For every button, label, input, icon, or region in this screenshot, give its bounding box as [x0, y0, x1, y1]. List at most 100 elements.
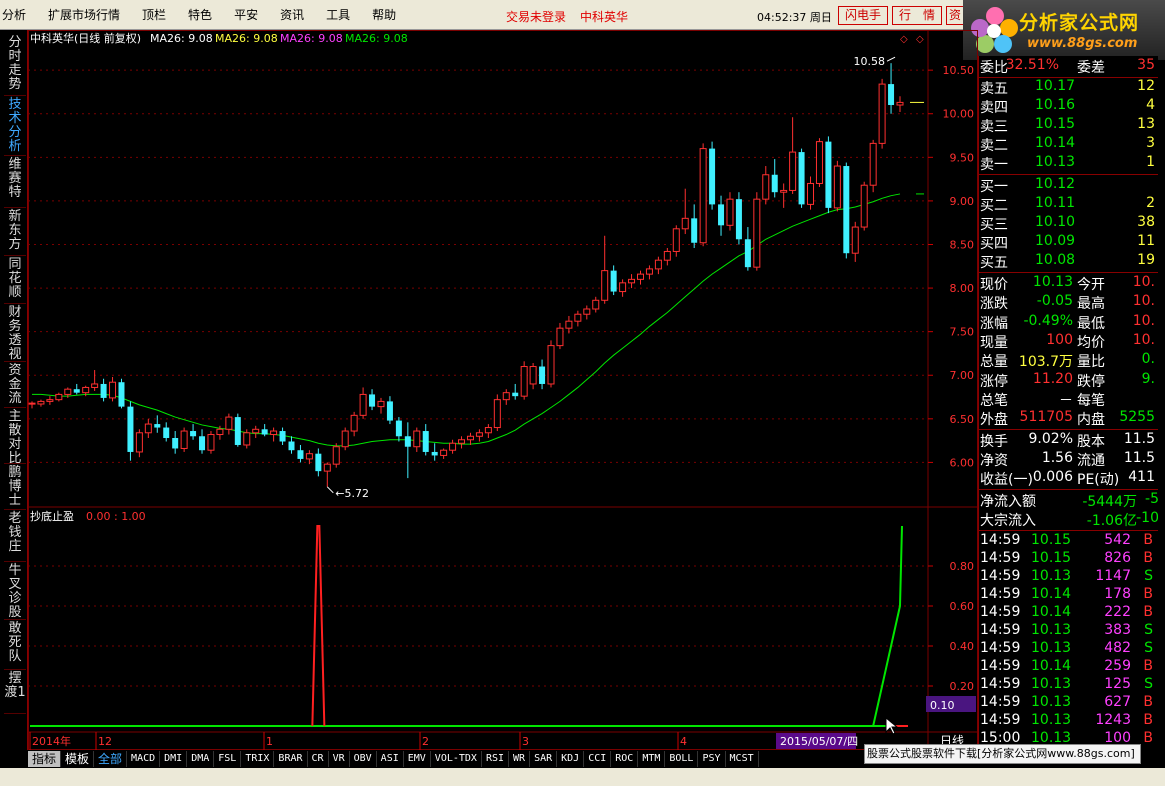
left-tab-9[interactable]: 鹏博士 — [4, 464, 26, 510]
kline-chart[interactable]: 10.50 10.00 9.50 9.00 8.50 8.00 7.50 7.00 6.50 6.… — [28, 30, 978, 750]
left-tab-1[interactable]: 分时走势 — [4, 34, 26, 96]
indicator-tab-dmi[interactable]: DMI — [160, 751, 188, 767]
chart-area[interactable]: 10.50 10.00 9.50 9.00 8.50 8.00 7.50 7.00 6.50 6.… — [28, 30, 978, 750]
indicator-tab-brar[interactable]: BRAR — [274, 751, 308, 767]
tick-time: 14:59 — [980, 676, 1021, 693]
stat-label-2: 内盘 — [1077, 412, 1105, 429]
candle-body-down — [512, 392, 519, 397]
date-label: 1 — [266, 735, 273, 748]
stat-row: 涨停 11.20 跌停 9. — [979, 371, 1158, 390]
info-button[interactable]: 资 — [946, 6, 964, 25]
indicator-tab-dma[interactable]: DMA — [187, 751, 215, 767]
ma-label-1: MA26: 9.08 — [150, 32, 213, 45]
candle-body-up — [565, 320, 573, 329]
bid-row: 买二 10.11 2 — [979, 195, 1158, 214]
indicator-tab-macd[interactable]: MACD — [127, 751, 161, 767]
tick-time: 15:00 — [980, 730, 1021, 744]
indicator-tab-kdj[interactable]: KDJ — [557, 751, 585, 767]
left-tab-3[interactable]: 维赛特 — [4, 156, 26, 208]
menu-item-features[interactable]: 特色 — [177, 6, 223, 23]
tick-time: 14:59 — [980, 604, 1021, 621]
tick-side: B — [1143, 604, 1153, 621]
stat-value: 511705 — [1019, 409, 1073, 426]
indicator-tab-voltdx[interactable]: VOL-TDX — [431, 751, 482, 767]
bid-level-label: 买二 — [980, 198, 1008, 214]
menu-item-analysis[interactable]: 分析 — [0, 6, 37, 23]
indicator-tab-mcst[interactable]: MCST — [726, 751, 759, 767]
flash-trade-button[interactable]: 闪电手 — [838, 6, 888, 25]
menu-item-extended-market[interactable]: 扩展市场行情 — [37, 6, 131, 23]
left-tab-4[interactable]: 新东方 — [4, 208, 26, 256]
left-tab-11[interactable]: 牛叉诊股 — [4, 562, 26, 620]
trade-login-status[interactable]: 交易未登录 — [506, 8, 566, 25]
left-tab-7[interactable]: 资金流 — [4, 362, 26, 408]
ask-level-label: 卖四 — [980, 100, 1008, 116]
indicator-tab-cr[interactable]: CR — [308, 751, 329, 767]
candle-body-up — [672, 228, 680, 252]
indicator-tab-obv[interactable]: OBV — [350, 751, 377, 767]
indicator-tab--1[interactable]: 模板 — [61, 751, 95, 767]
candle-body-up — [135, 432, 143, 453]
menu-item-news[interactable]: 资讯 — [269, 6, 315, 23]
ask-price: 10.17 — [1035, 78, 1076, 94]
stat-label-2: 跌停 — [1077, 373, 1105, 390]
indicator-tab-wr[interactable]: WR — [509, 751, 531, 767]
indicator-tab-mtm[interactable]: MTM — [638, 751, 666, 767]
indicator-tab-psy[interactable]: PSY — [698, 751, 726, 767]
left-tab-12[interactable]: 敢死队 — [4, 620, 26, 670]
stat-label-2: 量比 — [1077, 354, 1105, 371]
fin-label: 净资 — [980, 453, 1008, 470]
indicator-tab-emv[interactable]: EMV — [404, 751, 431, 767]
left-tab-5[interactable]: 同花顺 — [4, 256, 26, 304]
tick-side: B — [1143, 694, 1153, 711]
candle-body-up — [323, 463, 331, 472]
indicator-tab-roc[interactable]: ROC — [611, 751, 639, 767]
ask-row: 卖一 10.13 1 — [979, 154, 1158, 173]
ma-label-4: MA26: 9.08 — [345, 32, 408, 45]
fin-row: 净资 1.56 流通 11.5 — [979, 450, 1158, 469]
indicator-tab--0[interactable]: 指标 — [28, 751, 62, 767]
fin-value: 9.02% — [1028, 431, 1073, 448]
date-label: 2014年 — [32, 734, 71, 748]
left-tab-2[interactable]: 技术分析 — [4, 96, 26, 156]
date-label: 4 — [680, 735, 687, 748]
tick-volume: 259 — [1104, 658, 1131, 675]
indicator-tab-boll[interactable]: BOLL — [665, 751, 699, 767]
indicator-tab--2[interactable]: 全部 — [94, 751, 128, 767]
bid-volume: 11 — [1137, 233, 1155, 249]
candle-body-down — [798, 152, 805, 205]
tick-price: 10.13 — [1031, 694, 1072, 711]
candle-body-up — [341, 430, 349, 448]
candle-body-down — [888, 84, 895, 106]
indicator-tab-asi[interactable]: ASI — [377, 751, 404, 767]
ask-volume: 3 — [1146, 135, 1155, 151]
menu-item-topbar[interactable]: 顶栏 — [131, 6, 177, 23]
candle-body-up — [896, 101, 904, 106]
flow-extra: -5 — [1145, 491, 1158, 508]
menu-item-pingan[interactable]: 平安 — [223, 6, 269, 23]
left-tab-6[interactable]: 财务透视 — [4, 304, 26, 362]
indicator-tab-trix[interactable]: TRIX — [241, 751, 275, 767]
footer-ad-text[interactable]: 股票公式股票软件下载[分析家公式网www.88gs.com] — [864, 744, 1141, 764]
menu-item-tools[interactable]: 工具 — [315, 6, 361, 23]
candle-body-up — [449, 442, 457, 451]
quote-button[interactable]: 行 情 — [892, 6, 942, 25]
indicator-tab-rsi[interactable]: RSI — [482, 751, 510, 767]
menu-item-help[interactable]: 帮助 — [361, 6, 407, 23]
tick-time: 14:59 — [980, 586, 1021, 603]
left-tab-10[interactable]: 老钱庄 — [4, 510, 26, 562]
left-tab-13[interactable]: 摆渡1 — [4, 670, 26, 714]
left-tab-8[interactable]: 主散对比 — [4, 408, 26, 466]
candle-body-up — [636, 273, 644, 280]
indicator-tab-fsl[interactable]: FSL — [214, 751, 242, 767]
tick-row: 14:59 10.14 178 B — [979, 586, 1158, 605]
candle-body-up — [583, 308, 591, 315]
status-bar — [0, 768, 1165, 786]
indicator-tab-sar[interactable]: SAR — [530, 751, 558, 767]
stat-value-2: 10. — [1132, 293, 1155, 310]
candle-body-up — [762, 174, 770, 200]
stat-label-2: 最高 — [1077, 296, 1105, 313]
indicator-tab-cci[interactable]: CCI — [584, 751, 612, 767]
indicator-tab-vr[interactable]: VR — [329, 751, 350, 767]
candle-body-down — [172, 438, 179, 449]
